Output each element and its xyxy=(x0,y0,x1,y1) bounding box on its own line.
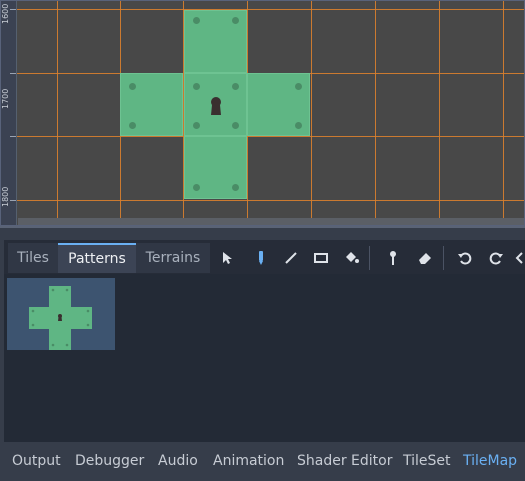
tile-dot xyxy=(129,122,136,129)
pen-icon xyxy=(259,251,263,265)
line-tool-button[interactable] xyxy=(278,246,304,270)
map-tile[interactable] xyxy=(247,73,310,136)
eraser-icon xyxy=(419,253,431,264)
picker-tool-button[interactable] xyxy=(380,246,406,270)
tilemap-tabbar: Tiles Patterns Terrains xyxy=(4,240,525,274)
map-tile[interactable] xyxy=(184,73,247,136)
ruler-tick xyxy=(10,9,16,10)
tile-dot xyxy=(232,122,239,129)
rect-tool-button[interactable] xyxy=(308,246,334,270)
rotate-left-icon xyxy=(458,252,472,265)
pattern-thumbnail xyxy=(29,286,92,350)
rotate-left-button[interactable] xyxy=(452,246,478,270)
grid-line xyxy=(311,0,312,226)
tile-dot xyxy=(295,83,302,90)
tile-dot xyxy=(232,17,239,24)
tab-output[interactable]: Output xyxy=(12,446,61,476)
ruler-label: 1800 xyxy=(1,186,10,207)
grid-line xyxy=(503,0,504,226)
tab-animation[interactable]: Animation xyxy=(213,446,284,476)
map-tile[interactable] xyxy=(184,10,247,73)
rectangle-icon xyxy=(314,253,328,263)
line-icon xyxy=(285,252,297,264)
grid-line xyxy=(439,0,440,226)
tilemap-editor-panel: Tiles Patterns Terrains xyxy=(4,240,525,442)
eraser-tool-button[interactable] xyxy=(412,246,438,270)
bottom-panel-tabs: Output Debugger Audio Animation Shader E… xyxy=(0,446,525,481)
tilemap-viewport[interactable]: 1600 1700 1800 xyxy=(0,0,525,228)
pattern-item[interactable] xyxy=(7,278,115,350)
ruler-tick xyxy=(10,200,16,201)
tile-dot xyxy=(129,83,136,90)
toolbar-separator xyxy=(443,246,444,270)
rotate-right-icon xyxy=(489,252,503,265)
grid-line xyxy=(0,200,525,201)
tile-dot xyxy=(193,122,200,129)
grid-line xyxy=(0,136,525,137)
tile-dot xyxy=(193,184,200,191)
tab-shader-editor[interactable]: Shader Editor xyxy=(297,446,392,476)
tile-dot xyxy=(193,17,200,24)
pattern-list[interactable] xyxy=(4,274,525,442)
tile-dot xyxy=(232,83,239,90)
paint-tool-button[interactable] xyxy=(248,246,274,270)
tab-patterns[interactable]: Patterns xyxy=(58,243,136,273)
horizontal-scrollbar[interactable] xyxy=(18,218,525,226)
tab-tiles[interactable]: Tiles xyxy=(8,243,58,273)
tile-dot xyxy=(232,184,239,191)
tab-audio[interactable]: Audio xyxy=(158,446,198,476)
rotate-right-button[interactable] xyxy=(483,246,509,270)
keyhole-icon xyxy=(211,97,221,115)
map-tile[interactable] xyxy=(184,136,247,199)
ruler-tick xyxy=(10,73,16,74)
toolbar-separator xyxy=(369,246,370,270)
ruler-label: 1700 xyxy=(1,88,10,109)
eyedropper-icon xyxy=(390,251,396,265)
grid-line xyxy=(375,0,376,226)
more-tools-button[interactable] xyxy=(512,246,525,270)
map-tile[interactable] xyxy=(120,73,183,136)
tab-tileset[interactable]: TileSet xyxy=(403,446,451,476)
paint-bucket-icon xyxy=(346,252,359,263)
tab-terrains[interactable]: Terrains xyxy=(136,243,210,273)
grid-line xyxy=(57,0,58,226)
arrow-left-icon xyxy=(515,252,523,264)
tile-dot xyxy=(295,122,302,129)
arrow-cursor-icon xyxy=(223,252,232,264)
ruler-tick xyxy=(10,136,16,137)
ruler-label: 1600 xyxy=(1,3,10,24)
vertical-ruler[interactable]: 1600 1700 1800 xyxy=(0,0,17,226)
select-tool-button[interactable] xyxy=(215,246,241,270)
bucket-tool-button[interactable] xyxy=(339,246,365,270)
grid-line xyxy=(0,9,525,10)
tile-dot xyxy=(193,83,200,90)
tab-debugger[interactable]: Debugger xyxy=(75,446,144,476)
tab-tilemap[interactable]: TileMap xyxy=(463,446,517,476)
